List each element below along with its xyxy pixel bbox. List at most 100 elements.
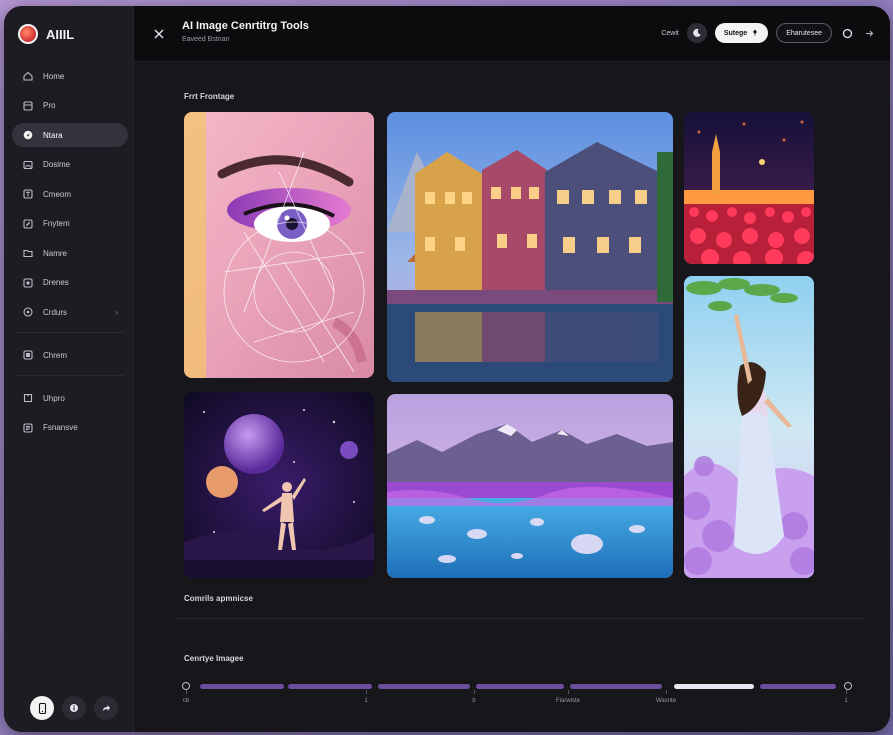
sidebar-item-label: Drenes (43, 278, 69, 287)
sidebar-item-label: Namre (43, 248, 68, 258)
timeline-tick (366, 690, 367, 694)
app-window: AIIIL Home Pro Ntara Dosime Cmeom Fnytem… (4, 6, 890, 732)
colorful-houses-tile[interactable] (387, 112, 673, 382)
sidebar-item-fsnansve[interactable]: Fsnansve (12, 416, 128, 440)
timeline-tick (666, 690, 667, 694)
sidebar-item-uhpro[interactable]: Uhpro (12, 386, 128, 410)
refresh-button[interactable] (840, 26, 854, 40)
timeline-label: cb (182, 698, 190, 704)
sidebar: AIIIL Home Pro Ntara Dosime Cmeom Fnytem… (4, 6, 134, 732)
sidebar-item-crdurs[interactable]: Crdurs › (12, 300, 128, 324)
purple-mountains-image (387, 394, 673, 578)
sidebar-item-chrem[interactable]: Chrem (12, 343, 128, 367)
sidebar-item-label: Dosime (43, 160, 71, 169)
timeline-tick (846, 690, 847, 694)
sidebar-item-home[interactable]: Home (12, 64, 128, 88)
sidebar-item-pro[interactable]: Pro (12, 94, 128, 118)
share-button[interactable] (94, 696, 118, 720)
sidebar-item-ntara[interactable]: Ntara (12, 123, 128, 147)
sidebar-divider (16, 332, 124, 333)
info-icon (70, 704, 78, 712)
purple-mountains-tile[interactable] (387, 394, 673, 578)
sidebar-item-dosime[interactable]: Dosime (12, 153, 128, 177)
sidebar-item-fnytem[interactable]: Fnytem (12, 212, 128, 236)
arrow-right-icon (865, 30, 873, 36)
layers-icon (22, 277, 33, 288)
close-icon (154, 29, 164, 39)
woman-flowers-tile[interactable] (684, 276, 814, 578)
timeline-segment[interactable] (760, 684, 836, 689)
folder-icon (22, 248, 33, 259)
colorful-houses-image (387, 112, 673, 382)
timeline-label: 1 (364, 698, 368, 704)
timeline-label: b (472, 698, 476, 704)
cosmic-dancer-image (184, 392, 374, 578)
timeline-end-handle[interactable] (844, 682, 852, 690)
theme-toggle-button[interactable] (686, 23, 707, 43)
timeline-segment[interactable] (200, 684, 284, 689)
forward-button[interactable] (862, 26, 876, 40)
header-link[interactable]: Cewit (661, 30, 679, 37)
device-button[interactable] (30, 696, 54, 720)
timeline-label: Flarwlste (555, 698, 581, 704)
text-icon (22, 189, 33, 200)
cosmic-dancer-tile[interactable] (184, 392, 374, 578)
pin-icon (753, 29, 758, 37)
globe-icon (22, 307, 33, 318)
refresh-icon (842, 28, 852, 38)
sidebar-item-label: Uhpro (43, 393, 65, 403)
sidebar-item-label: Fsnansve (43, 423, 78, 432)
timeline-label: 1 (844, 698, 848, 704)
share-icon (103, 705, 110, 711)
secondary-action-button[interactable]: Eharutesee (776, 23, 832, 43)
timeline-tick (474, 690, 475, 694)
sidebar-nav: Home Pro Ntara Dosime Cmeom Fnytem Namre… (12, 64, 128, 445)
brand-name: AIIIL (46, 26, 75, 42)
section-title: Comrils apmnicse (184, 594, 253, 603)
tulip-field-image (684, 112, 814, 264)
header-actions: Cewit Sutege Eharutesee (661, 23, 876, 43)
info-button[interactable] (62, 696, 86, 720)
settings-icon (22, 422, 33, 433)
sidebar-bottom-actions (30, 696, 118, 720)
sidebar-item-namre[interactable]: Namre (12, 241, 128, 265)
section-title: Cenrtye Imagee (184, 654, 244, 663)
primary-action-button[interactable]: Sutege (714, 23, 769, 43)
sidebar-item-label: Ntara (43, 130, 63, 140)
compass-icon (22, 130, 33, 141)
sidebar-item-label: Home (43, 71, 65, 81)
timeline-segment[interactable] (288, 684, 372, 689)
primary-action-label: Sutege (723, 29, 748, 37)
secondary-action-label: Eharutesee (786, 29, 822, 37)
home-icon (22, 71, 33, 82)
sidebar-item-drenes[interactable]: Drenes (12, 271, 128, 295)
face-portrait-tile[interactable] (184, 112, 374, 378)
sidebar-item-cmeom[interactable]: Cmeom (12, 182, 128, 206)
timeline-segment-selected[interactable] (674, 684, 754, 689)
book-icon (22, 393, 33, 404)
woman-flowers-image (684, 276, 814, 578)
sidebar-item-label: Cmeom (43, 189, 72, 199)
top-header: AI Image Cenrtitrg Tools Eaveed Bstnan C… (134, 6, 890, 62)
edit-icon (22, 218, 33, 229)
page-title: AI Image Cenrtitrg Tools (182, 20, 309, 32)
moon-icon (693, 28, 701, 37)
sidebar-item-label: Pro (43, 101, 56, 110)
timeline-tick (568, 690, 569, 694)
sidebar-item-label: Fnytem (43, 219, 70, 228)
timeline-start-handle[interactable] (182, 682, 190, 690)
brand[interactable]: AIIIL (18, 24, 74, 44)
timeline-segment[interactable] (476, 684, 564, 689)
timeline-tick (186, 690, 187, 694)
timeline-segment[interactable] (378, 684, 470, 689)
section-title: Frrt Frontage (184, 92, 235, 101)
brand-logo-icon (18, 24, 38, 44)
image-icon (22, 159, 33, 170)
chevron-right-icon: › (115, 307, 118, 317)
close-button[interactable] (154, 26, 164, 44)
tulip-field-tile[interactable] (684, 112, 814, 264)
device-icon (38, 702, 46, 714)
timeline-label: Wasnte (655, 698, 677, 704)
media-icon (22, 350, 33, 361)
timeline-segment[interactable] (570, 684, 662, 689)
